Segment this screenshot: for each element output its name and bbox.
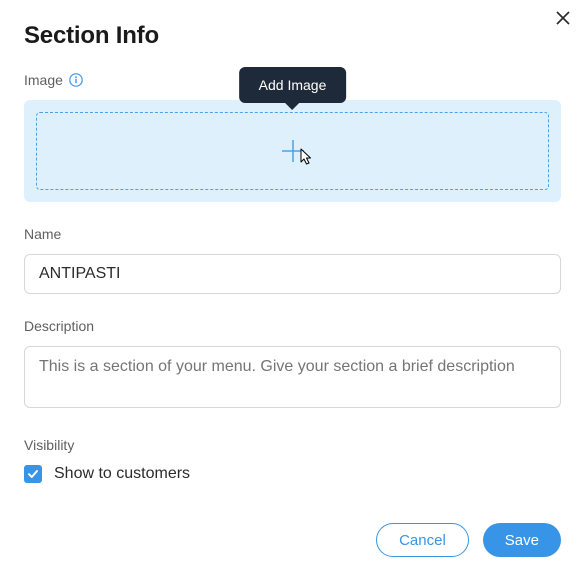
cancel-button[interactable]: Cancel bbox=[376, 523, 469, 557]
show-to-customers-checkbox[interactable] bbox=[24, 465, 42, 483]
show-to-customers-row: Show to customers bbox=[24, 465, 561, 483]
plus-icon bbox=[280, 138, 306, 164]
info-icon[interactable] bbox=[69, 73, 83, 87]
name-input[interactable] bbox=[24, 254, 561, 294]
description-textarea[interactable] bbox=[24, 346, 561, 408]
check-icon bbox=[27, 468, 39, 480]
section-info-dialog: Section Info Image Add Image bbox=[0, 0, 585, 581]
name-field-label: Name bbox=[24, 226, 561, 242]
image-upload-dashed-zone: Add Image bbox=[36, 112, 549, 190]
add-image-tooltip: Add Image bbox=[239, 67, 347, 103]
close-button[interactable] bbox=[555, 10, 571, 26]
tooltip-text: Add Image bbox=[259, 77, 327, 93]
show-to-customers-label: Show to customers bbox=[54, 465, 190, 483]
image-label-text: Image bbox=[24, 72, 63, 88]
save-button[interactable]: Save bbox=[483, 523, 561, 557]
dialog-footer: Cancel Save bbox=[24, 523, 561, 557]
close-icon bbox=[555, 10, 571, 26]
visibility-field-label: Visibility bbox=[24, 437, 561, 453]
image-upload-area[interactable]: Add Image bbox=[24, 100, 561, 202]
description-field-label: Description bbox=[24, 318, 561, 334]
dialog-title: Section Info bbox=[24, 22, 561, 50]
